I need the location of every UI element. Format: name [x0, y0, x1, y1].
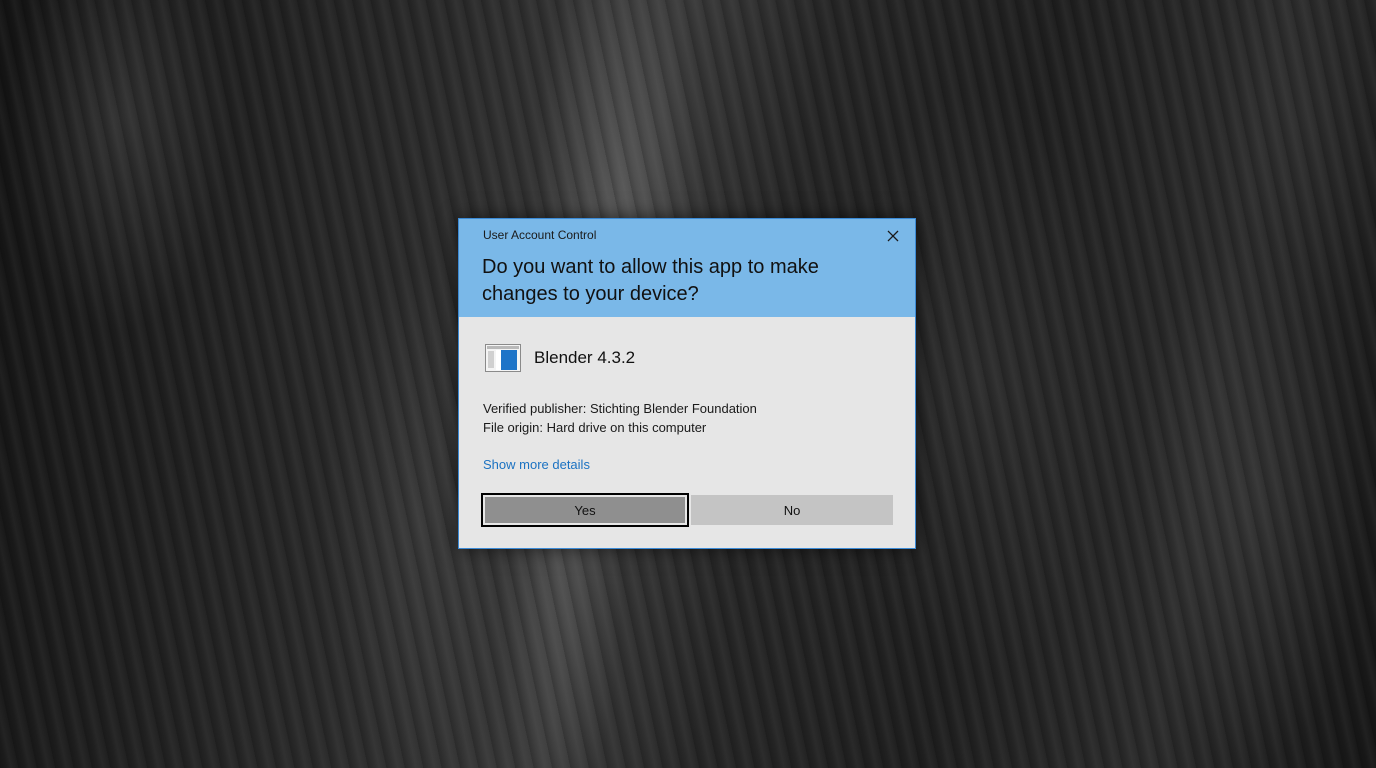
uac-dialog: User Account Control Do you want to allo… — [458, 218, 916, 549]
publisher-text: Verified publisher: Stichting Blender Fo… — [483, 401, 757, 416]
yes-button-label: Yes — [574, 502, 596, 518]
show-more-details-link[interactable]: Show more details — [483, 457, 590, 472]
app-details: Verified publisher: Stichting Blender Fo… — [483, 399, 757, 437]
yes-button[interactable]: Yes — [481, 493, 689, 527]
close-button[interactable] — [879, 224, 907, 248]
no-button-label: No — [783, 502, 801, 518]
app-name: Blender 4.3.2 — [534, 348, 636, 367]
app-info-row: Blender 4.3.2 — [485, 343, 635, 373]
no-button[interactable]: No — [691, 495, 893, 525]
dialog-caption: User Account Control — [483, 228, 597, 242]
app-window-icon — [485, 344, 521, 372]
dialog-header: User Account Control Do you want to allo… — [459, 219, 915, 317]
dialog-question: Do you want to allow this app to make ch… — [482, 256, 819, 305]
close-icon — [887, 230, 899, 242]
file-origin-text: File origin: Hard drive on this computer — [483, 420, 707, 435]
